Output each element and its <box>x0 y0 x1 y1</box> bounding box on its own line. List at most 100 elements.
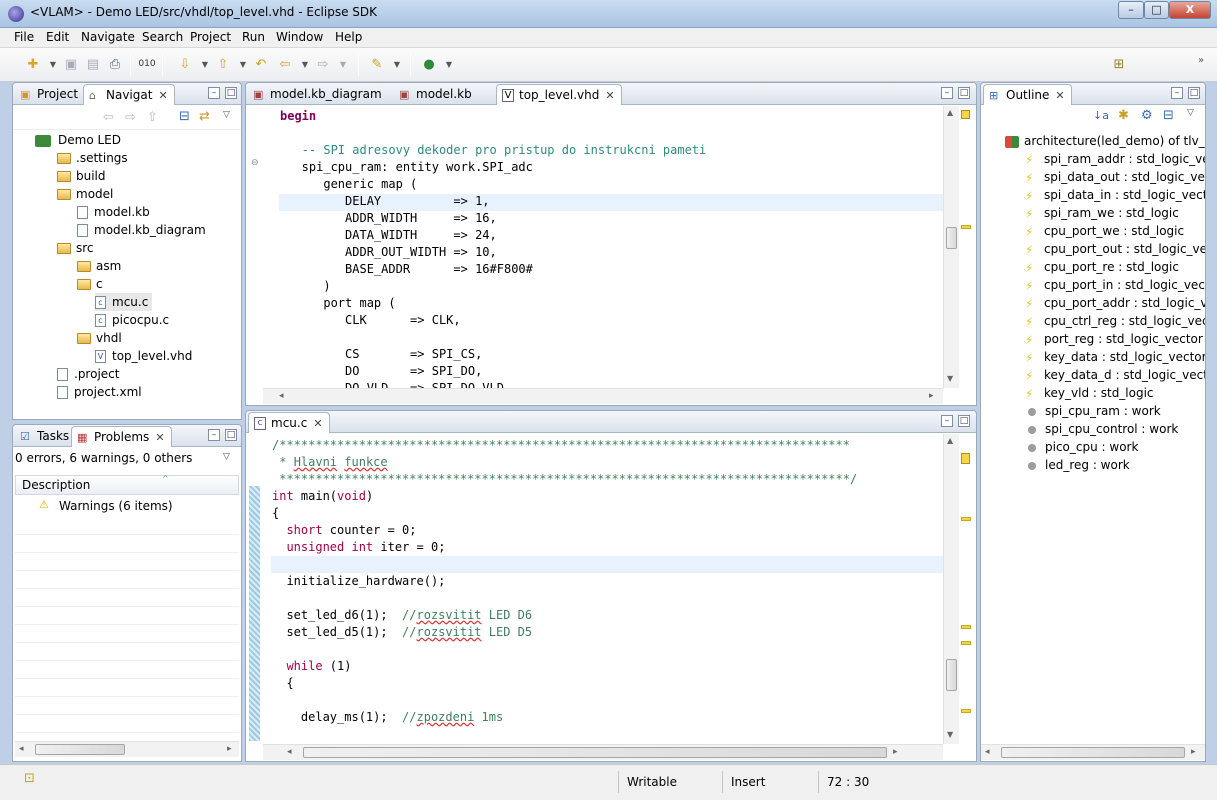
outline-item[interactable]: ⚡ spi_data_out : std_logic_vector <box>1025 168 1205 186</box>
forward-icon[interactable]: ⇨ <box>314 56 332 73</box>
run-dropdown-icon[interactable]: ▼ <box>440 56 458 73</box>
tab-model-kb-diagram[interactable]: ▣ model.kb_diagram <box>248 84 388 105</box>
next-annotation-dropdown-icon[interactable]: ▼ <box>196 56 214 73</box>
warning-marker[interactable] <box>961 641 971 645</box>
back-dropdown-icon[interactable]: ▼ <box>296 56 314 73</box>
menu-help[interactable]: Help <box>335 30 362 44</box>
outline-item[interactable]: ⚡ cpu_ctrl_reg : std_logic_vector <box>1025 312 1205 330</box>
outline-item[interactable]: spi_cpu_ram : work <box>1025 402 1161 420</box>
tree-item[interactable]: model <box>57 185 113 203</box>
fast-view-icon[interactable]: ⊡ <box>24 771 35 786</box>
tree-item[interactable]: src <box>57 239 94 257</box>
minimize-panel-icon[interactable]: – <box>208 429 220 441</box>
tree-item[interactable]: c picocpu.c <box>95 311 169 329</box>
menu-run[interactable]: Run <box>242 30 265 44</box>
maximize-panel-icon[interactable]: □ <box>958 87 970 99</box>
prev-annotation-icon[interactable]: ⇧ <box>214 56 232 73</box>
outline-item[interactable]: ⚡ cpu_port_re : std_logic <box>1025 258 1179 276</box>
horizontal-scrollbar[interactable]: ◂ ▸ <box>263 744 943 760</box>
sort-icon[interactable]: ↓a <box>1093 109 1109 122</box>
filter-icon[interactable]: ✱ <box>1118 108 1129 123</box>
close-tab-icon[interactable]: ✕ <box>1055 89 1064 102</box>
collapse-all-icon[interactable]: ⊟ <box>179 109 190 124</box>
horizontal-scrollbar[interactable]: ◂ ▸ <box>981 744 1205 760</box>
close-button[interactable]: X <box>1169 1 1211 19</box>
close-tab-icon[interactable]: ✕ <box>605 89 614 102</box>
minimize-panel-icon[interactable]: – <box>208 87 220 99</box>
next-annotation-icon[interactable]: ⇩ <box>176 56 194 73</box>
warning-marker[interactable] <box>961 517 971 521</box>
outline-item[interactable]: ⚡ key_vld : std_logic <box>1025 384 1154 402</box>
menu-window[interactable]: Window <box>276 30 323 44</box>
minimize-panel-icon[interactable]: – <box>1171 87 1183 99</box>
collapse-all-icon[interactable]: ⊟ <box>1163 108 1174 123</box>
outline-item[interactable]: ⚡ key_data : std_logic_vector ( 1! <box>1025 348 1205 366</box>
outline-item[interactable]: ⚡ cpu_port_out : std_logic_vecto <box>1025 240 1205 258</box>
maximize-panel-icon[interactable]: □ <box>958 415 970 427</box>
column-header[interactable]: Description ^ <box>15 474 239 495</box>
vertical-scrollbar[interactable]: ▲ ▼ <box>943 106 959 388</box>
outline-item[interactable]: ⚡ key_data_d : std_logic_vector <box>1025 366 1205 384</box>
outline-item[interactable]: ⚡ cpu_port_addr : std_logic_vect <box>1025 294 1205 312</box>
run-icon[interactable]: ● <box>420 56 438 73</box>
print-icon[interactable]: ⎙ <box>106 56 124 73</box>
outline-item[interactable]: ⚡ cpu_port_we : std_logic <box>1025 222 1184 240</box>
up-icon[interactable]: ⇧ <box>147 110 158 125</box>
binary-icon[interactable]: 010 <box>138 56 156 73</box>
pin-dropdown-icon[interactable]: ▼ <box>388 56 406 73</box>
last-edit-icon[interactable]: ↶ <box>252 56 270 73</box>
outline-item[interactable]: ⚡ cpu_port_in : std_logic_vector <box>1025 276 1205 294</box>
minimize-panel-icon[interactable]: – <box>941 415 953 427</box>
outline-item[interactable]: pico_cpu : work <box>1025 438 1138 456</box>
c-code[interactable]: /***************************************… <box>272 437 857 726</box>
prev-annotation-dropdown-icon[interactable]: ▼ <box>234 56 252 73</box>
tab-tasks[interactable]: ☑ Tasks <box>15 426 75 447</box>
menu-file[interactable]: File <box>14 30 34 44</box>
outline-root[interactable]: architecture(led_demo) of tlv_gp_ <box>1005 132 1205 150</box>
vhdl-code[interactable]: begin -- SPI adresovy dekoder pro pristu… <box>280 108 706 397</box>
view-menu-icon[interactable]: ▽ <box>223 452 230 462</box>
warning-marker[interactable] <box>961 625 971 629</box>
menu-navigate[interactable]: Navigate <box>81 30 135 44</box>
back-icon[interactable]: ⇦ <box>103 110 114 125</box>
maximize-button[interactable]: □ <box>1144 1 1169 19</box>
tab-project[interactable]: ▣ Project <box>15 84 84 105</box>
tree-item[interactable]: Vtop_level.vhd <box>95 347 192 365</box>
forward-icon[interactable]: ⇨ <box>125 110 136 125</box>
tree-item[interactable]: model.kb_diagram <box>77 221 206 239</box>
link-editor-icon[interactable]: ⇄ <box>199 109 210 124</box>
new-icon[interactable]: ✚ <box>24 56 42 73</box>
tree-item[interactable]: model.kb <box>77 203 150 221</box>
tree-item-selected[interactable]: c mcu.c <box>95 293 153 311</box>
more-icon[interactable]: » <box>1192 52 1210 69</box>
view-menu-icon[interactable]: ▽ <box>223 110 230 120</box>
tree-item[interactable]: c <box>77 275 103 293</box>
tree-item[interactable]: Demo LED <box>35 131 121 149</box>
close-tab-icon[interactable]: ✕ <box>313 417 322 430</box>
back-icon[interactable]: ⇦ <box>276 56 294 73</box>
pin-icon[interactable]: ✎ <box>368 56 386 73</box>
outline-item[interactable]: spi_cpu_control : work <box>1025 420 1178 438</box>
tree-item[interactable]: vhdl <box>77 329 122 347</box>
maximize-panel-icon[interactable]: □ <box>225 429 237 441</box>
tab-top-level-vhd[interactable]: Vtop_level.vhd ✕ <box>496 84 622 105</box>
save-all-icon[interactable]: ▤ <box>84 56 102 73</box>
menu-search[interactable]: Search <box>142 30 183 44</box>
tree-item[interactable]: project.xml <box>57 383 142 401</box>
open-perspective-icon[interactable]: ⊞ <box>1110 56 1128 73</box>
table-row[interactable]: ⚠ Warnings (6 items) <box>15 496 239 516</box>
tab-problems[interactable]: ▦ Problems ✕ <box>71 426 172 447</box>
horizontal-scrollbar[interactable]: ◂ ▸ <box>15 741 239 757</box>
warning-marker[interactable] <box>961 709 971 713</box>
hide-fields-icon[interactable]: ⚙ <box>1141 108 1153 123</box>
outline-item[interactable]: ⚡ spi_data_in : std_logic_vector ( <box>1025 186 1205 204</box>
outline-item[interactable]: ⚡ spi_ram_addr : std_logic_vecto <box>1025 150 1205 168</box>
tab-mcu-c[interactable]: c mcu.c ✕ <box>248 412 330 433</box>
minimize-button[interactable]: – <box>1118 1 1144 19</box>
maximize-panel-icon[interactable]: □ <box>225 87 237 99</box>
outline-item[interactable]: ⚡ port_reg : std_logic_vector ( 7 <box>1025 330 1205 348</box>
horizontal-scrollbar[interactable]: ◂ ▸ <box>263 388 943 404</box>
tab-outline[interactable]: ⊞ Outline ✕ <box>983 84 1072 105</box>
tree-item[interactable]: build <box>57 167 106 185</box>
new-dropdown-icon[interactable]: ▼ <box>44 56 62 73</box>
